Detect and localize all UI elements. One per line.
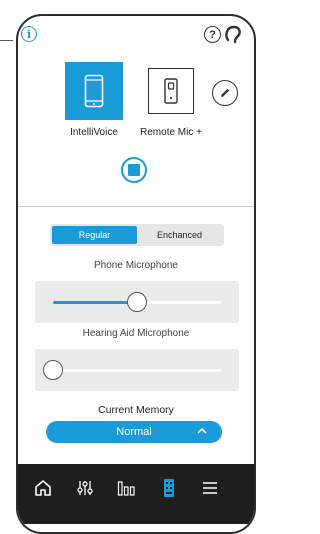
- nav-menu[interactable]: [198, 476, 222, 500]
- chevron-up-icon: [197, 427, 207, 434]
- current-memory-label: Current Memory: [98, 404, 174, 416]
- memory-value: Normal: [116, 426, 152, 438]
- nav-sliders[interactable]: [73, 476, 97, 500]
- memory-select[interactable]: Normal: [46, 421, 222, 443]
- phone-mic-knob[interactable]: [127, 292, 147, 312]
- remote-mic-icon: [164, 78, 178, 104]
- hearing-aid-mic-label: Hearing Aid Microphone: [82, 328, 190, 339]
- mode-regular-button[interactable]: Regular: [52, 226, 137, 244]
- intellivoice-label: IntelliVoice: [70, 127, 118, 138]
- smartphone-icon: [84, 74, 104, 108]
- stop-button[interactable]: [121, 157, 147, 183]
- leader-line: [0, 40, 13, 41]
- remote-mic-label: Remote Mic +: [140, 127, 202, 138]
- pencil-icon: [221, 88, 230, 97]
- section-divider: [18, 206, 254, 207]
- sliders-icon: [77, 481, 93, 495]
- phone-mic-fill: [53, 301, 137, 304]
- nav-remote[interactable]: [157, 476, 181, 500]
- mode-toggle: Regular Enchanced: [50, 224, 224, 246]
- remote-icon: [164, 479, 174, 497]
- hearing-aid-mic-knob[interactable]: [43, 360, 63, 380]
- remote-mic-button[interactable]: [148, 68, 194, 114]
- phone-mic-slider: [35, 281, 239, 323]
- phone-frame: i ? IntelliVoice Remote Mic + Regular En…: [16, 14, 256, 534]
- hearing-aid-mic-track[interactable]: [43, 360, 221, 380]
- mode-enhanced-button[interactable]: Enchanced: [137, 226, 222, 244]
- edit-button[interactable]: [212, 80, 238, 106]
- info-icon[interactable]: i: [21, 26, 37, 42]
- help-icon[interactable]: ?: [204, 26, 221, 43]
- stop-icon: [128, 164, 140, 176]
- intellivoice-button[interactable]: [65, 62, 123, 120]
- equalizer-icon: [117, 481, 135, 496]
- nav-home[interactable]: [31, 476, 55, 500]
- phone-mic-track[interactable]: [53, 292, 221, 312]
- phone-mic-label: Phone Microphone: [94, 260, 178, 271]
- ear-icon[interactable]: [224, 24, 244, 46]
- nav-equalizer[interactable]: [114, 476, 138, 500]
- hearing-aid-mic-slider: [35, 349, 239, 391]
- home-icon: [35, 480, 51, 496]
- menu-icon: [203, 482, 217, 494]
- bottom-navbar: [18, 464, 254, 524]
